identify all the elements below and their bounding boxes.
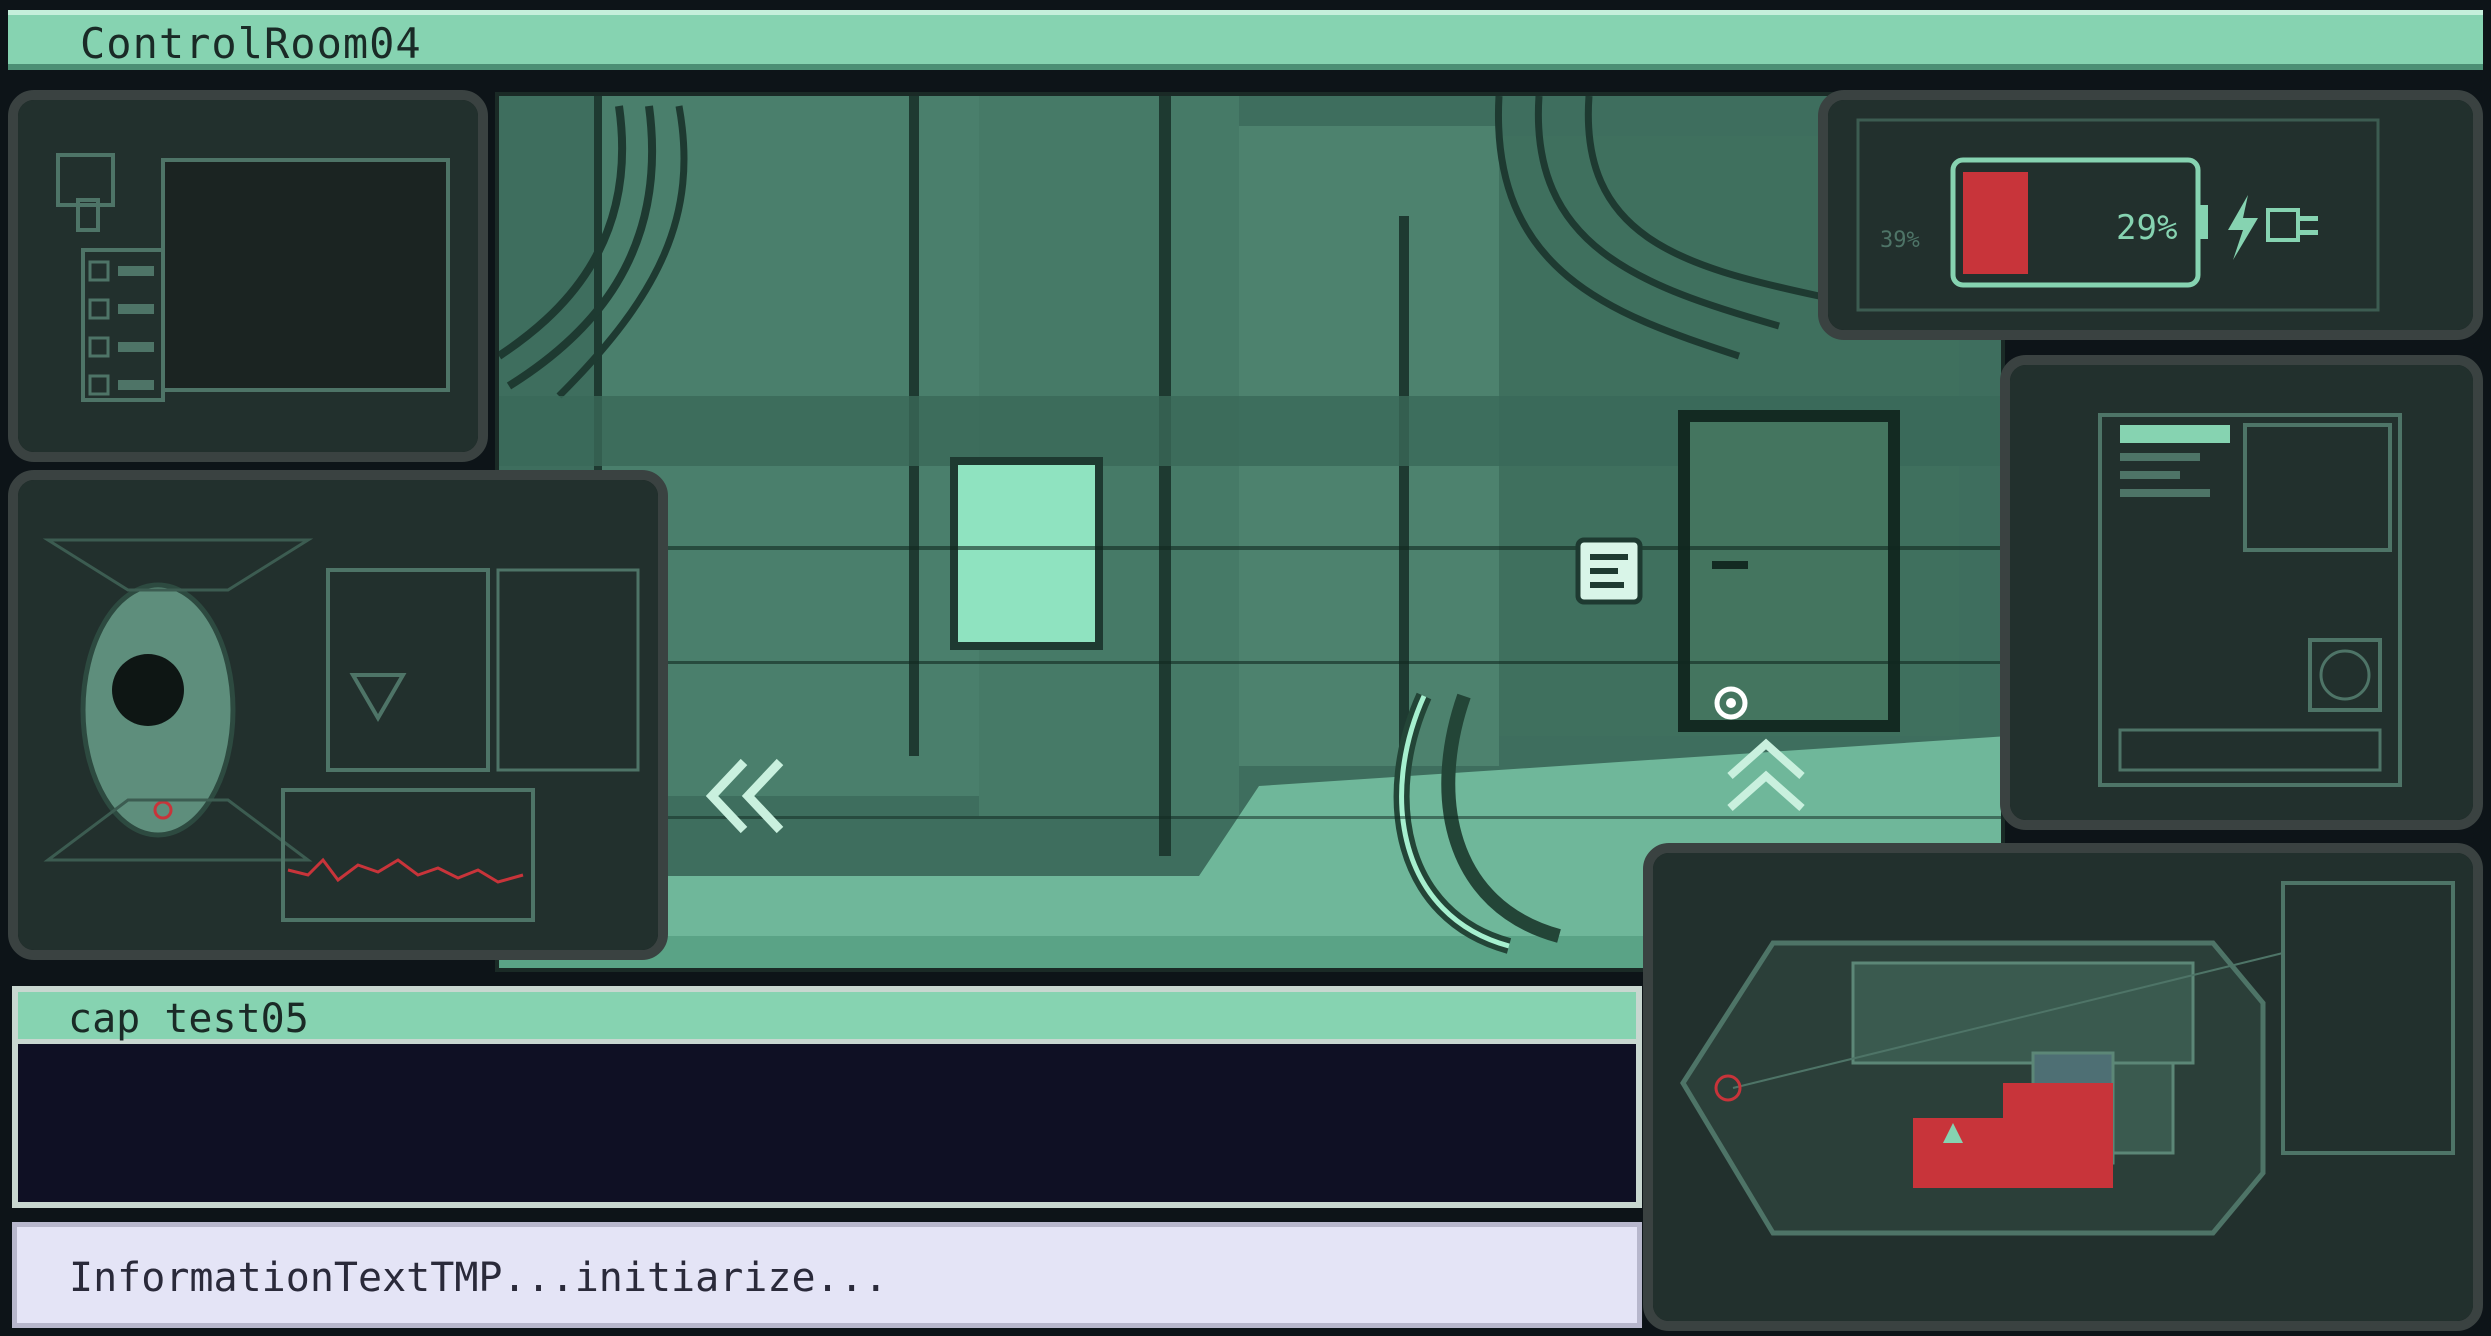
crosshair-cursor-icon (1709, 681, 1753, 725)
terminal-screen-art (18, 100, 478, 452)
room-scene-view[interactable] (495, 92, 2005, 972)
data-screen-art (2010, 365, 2473, 820)
double-chevron-left-icon (705, 758, 784, 834)
caption-dialog: cap test05 (12, 986, 1642, 1208)
room-scene-art (499, 96, 2001, 968)
battery-panel: 29% 39% (1818, 90, 2483, 340)
caption-title: cap test05 (68, 996, 309, 1042)
information-text: InformationTextTMP...initiarize... (69, 1255, 888, 1301)
nav-up-button[interactable] (1724, 736, 1809, 816)
wall-note-icon[interactable] (1574, 536, 1644, 606)
double-chevron-up-icon (1727, 738, 1805, 811)
caption-header: cap test05 (18, 992, 1636, 1044)
window-title-bar: ControlRoom04 (8, 10, 2483, 70)
terminal-panel (8, 90, 488, 462)
character-scan-panel (8, 470, 668, 960)
information-text-box: InformationTextTMP...initiarize... (12, 1222, 1642, 1328)
character-scan-art (18, 480, 658, 950)
window-title: ControlRoom04 (80, 19, 422, 68)
current-room-marker (1913, 1118, 2113, 1188)
battery-percent: 29% (2116, 208, 2178, 248)
nav-left-button[interactable] (704, 756, 789, 836)
ship-map-art (1653, 853, 2473, 1321)
map-panel (1643, 843, 2483, 1331)
battery-side-label: 39% (1880, 228, 1920, 253)
data-panel (2000, 355, 2483, 830)
